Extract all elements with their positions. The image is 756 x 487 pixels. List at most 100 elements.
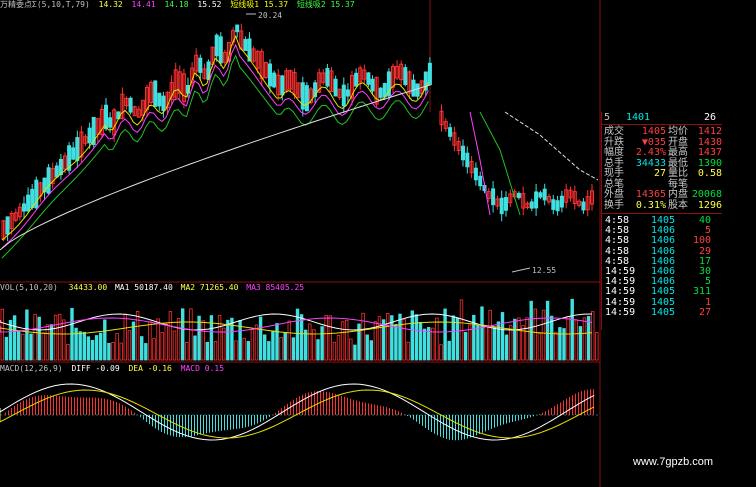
volume-bar xyxy=(82,331,86,361)
quote-label-right: 每笔 xyxy=(668,178,688,190)
candle-body xyxy=(58,158,63,176)
macd-histogram-bar xyxy=(50,395,51,415)
tick-price: 1405 xyxy=(651,306,676,318)
volume-bar xyxy=(410,310,414,361)
macd-histogram-bar xyxy=(185,415,186,438)
macd-histogram-bar xyxy=(236,415,237,429)
volume-bar xyxy=(156,318,160,361)
candle-body xyxy=(214,34,219,57)
macd-histogram-bar xyxy=(371,403,372,415)
quote-row: 总手 34433 最低 1390 xyxy=(602,158,723,169)
macd-histogram-bar xyxy=(197,415,198,436)
volume-bar xyxy=(103,319,107,361)
volume-bar xyxy=(554,331,558,361)
diff-value: -0.09 xyxy=(95,364,120,373)
macd-histogram-bar xyxy=(59,395,60,415)
volume-bar xyxy=(8,319,13,361)
macd-histogram-bar xyxy=(470,415,471,438)
indicator-value-3: 14.18 xyxy=(164,0,189,9)
macd-histogram-bar xyxy=(407,415,408,416)
macd-histogram-bar xyxy=(191,415,192,437)
macd-histogram-bar xyxy=(128,408,129,415)
candle-body xyxy=(5,216,10,235)
macd-histogram-bar xyxy=(326,391,327,415)
volume-bar xyxy=(283,332,287,361)
macd-histogram-bar xyxy=(566,398,567,415)
macd-histogram-bar xyxy=(542,412,543,415)
quote-label-left: 换手 xyxy=(604,199,624,211)
volume-bar xyxy=(37,316,41,361)
macd-histogram-bar xyxy=(212,415,213,433)
candle-body xyxy=(559,195,564,208)
macd-histogram-bar xyxy=(56,395,57,415)
macd-histogram-bar xyxy=(74,397,75,415)
volume-bar xyxy=(394,324,398,361)
volume-bar xyxy=(426,327,431,361)
volume-bar xyxy=(119,342,123,361)
low-price-marker xyxy=(511,267,531,273)
macd-histogram-bar xyxy=(473,415,474,437)
macd-histogram-bar xyxy=(500,415,501,426)
macd-histogram-bar xyxy=(560,402,561,415)
quote-label-left: 幅度 xyxy=(604,147,624,158)
indicator-label-b: 短线吸2 xyxy=(296,0,326,9)
macd-histogram-bar xyxy=(245,415,246,428)
volume-bar xyxy=(29,333,33,361)
macd-histogram-bar xyxy=(293,399,294,415)
volume-bar xyxy=(66,343,70,361)
macd-histogram-bar xyxy=(140,415,141,418)
quote-value-left: ▼035 xyxy=(641,136,666,148)
candle-body xyxy=(354,72,359,87)
site-watermark: www.7gpzb.com xyxy=(633,456,714,468)
volume-bar xyxy=(353,344,357,361)
macd-histogram-bar xyxy=(143,415,144,420)
macd-histogram-bar xyxy=(167,415,168,435)
volume-bar xyxy=(558,327,562,361)
candle-body xyxy=(504,197,508,211)
volume-bar xyxy=(537,333,542,361)
macd-histogram-bar xyxy=(131,410,132,415)
macd-histogram-bar xyxy=(113,400,114,415)
volume-bar xyxy=(574,319,578,361)
macd-histogram-bar xyxy=(425,415,426,428)
tick-row[interactable]: 14:59 1405 27 xyxy=(602,307,723,318)
volume-bar xyxy=(226,319,230,361)
macd-histogram-bar xyxy=(431,415,432,432)
volume-bar xyxy=(381,319,386,361)
volume-bar xyxy=(476,324,480,361)
macd-histogram-bar xyxy=(452,415,453,441)
quote-top-a: 5 xyxy=(604,112,611,123)
quote-row: 幅度 2.43% 最高 1437 xyxy=(602,147,723,158)
quote-row: 现手 27 量比 0.58 xyxy=(602,168,723,179)
macd-histogram-bar xyxy=(587,389,588,415)
volume-bar xyxy=(291,337,296,361)
volume-bar xyxy=(365,334,369,361)
macd-histogram-bar xyxy=(398,411,399,415)
right-scroll-sidebar[interactable] xyxy=(722,112,756,487)
indicator-value-1: 14.32 xyxy=(98,0,123,9)
volume-bar xyxy=(369,340,373,361)
macd-histogram-bar xyxy=(134,412,135,415)
macd-histogram-bar xyxy=(44,395,45,415)
quote-value-left: 14365 xyxy=(635,189,666,200)
macd-histogram-bar xyxy=(314,391,315,415)
candle-body xyxy=(161,95,166,111)
candle-body xyxy=(235,24,240,33)
candle-body xyxy=(54,165,59,178)
candle-body xyxy=(499,197,504,215)
volume-title: VOL(5,10,20) xyxy=(0,283,58,292)
volume-bar xyxy=(402,318,406,361)
quote-label-left: 现手 xyxy=(604,168,624,179)
macd-histogram-bar xyxy=(344,396,345,415)
volume-bar xyxy=(164,323,168,361)
macd-histogram-bar xyxy=(203,415,204,434)
macd-histogram-bar xyxy=(239,415,240,429)
volume-bar xyxy=(99,332,103,361)
candle-body xyxy=(427,62,432,86)
macd-histogram-bar xyxy=(569,396,570,415)
volume-bar xyxy=(299,314,304,361)
candle-body xyxy=(108,117,113,128)
macd-histogram-bar xyxy=(281,408,282,415)
macd-histogram-bar xyxy=(266,415,267,419)
macd-histogram-bar xyxy=(404,414,405,415)
